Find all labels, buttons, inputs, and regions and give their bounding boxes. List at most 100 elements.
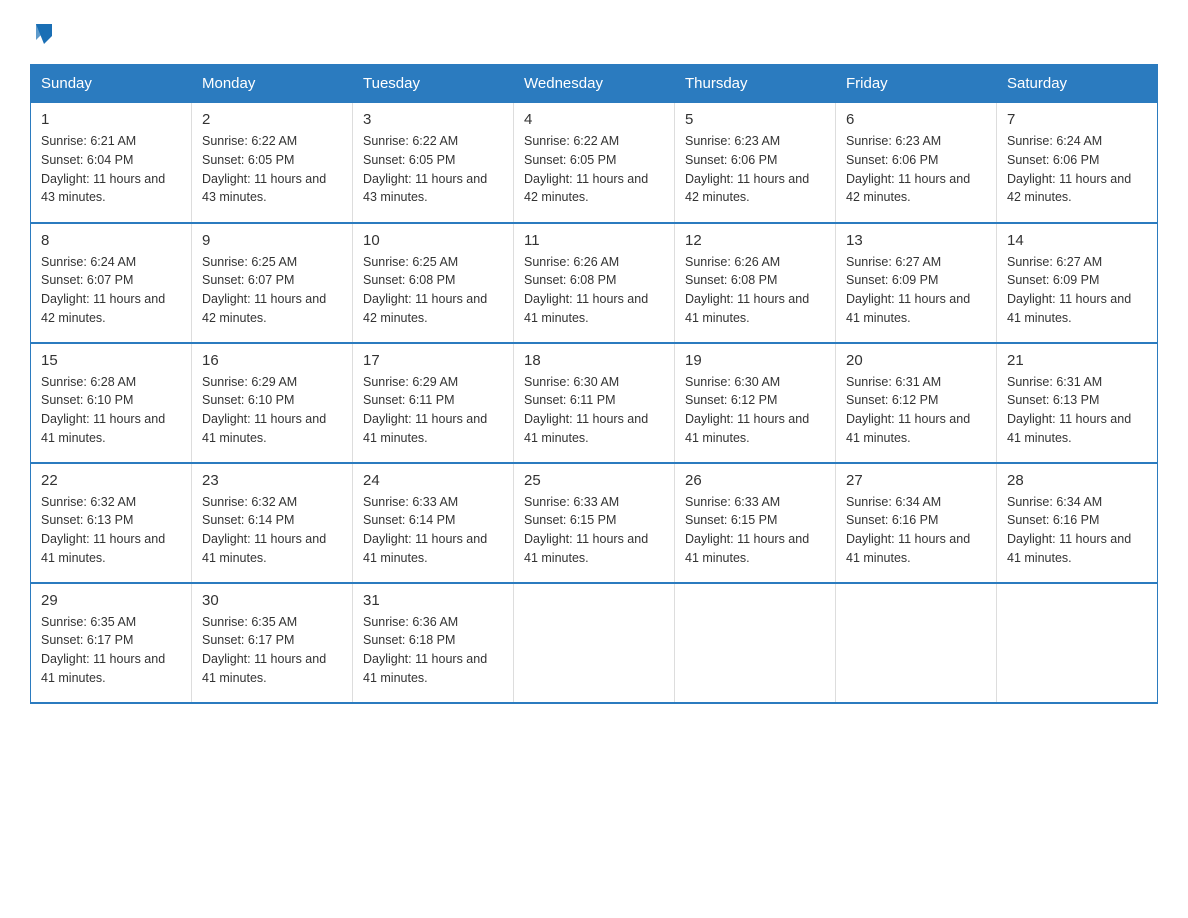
day-number: 14 [1007,232,1147,249]
calendar-cell: 8 Sunrise: 6:24 AM Sunset: 6:07 PM Dayli… [31,223,192,343]
day-info: Sunrise: 6:34 AM Sunset: 6:16 PM Dayligh… [1007,493,1147,568]
day-info: Sunrise: 6:32 AM Sunset: 6:14 PM Dayligh… [202,493,342,568]
day-number: 5 [685,111,825,128]
day-number: 27 [846,472,986,489]
day-info: Sunrise: 6:29 AM Sunset: 6:11 PM Dayligh… [363,373,503,448]
calendar-cell: 15 Sunrise: 6:28 AM Sunset: 6:10 PM Dayl… [31,343,192,463]
day-info: Sunrise: 6:30 AM Sunset: 6:12 PM Dayligh… [685,373,825,448]
day-info: Sunrise: 6:33 AM Sunset: 6:14 PM Dayligh… [363,493,503,568]
day-info: Sunrise: 6:33 AM Sunset: 6:15 PM Dayligh… [685,493,825,568]
logo-arrow-icon [32,20,56,44]
calendar-cell [675,583,836,703]
day-number: 3 [363,111,503,128]
calendar-week-row: 29 Sunrise: 6:35 AM Sunset: 6:17 PM Dayl… [31,583,1158,703]
calendar-cell: 19 Sunrise: 6:30 AM Sunset: 6:12 PM Dayl… [675,343,836,463]
calendar-cell: 24 Sunrise: 6:33 AM Sunset: 6:14 PM Dayl… [353,463,514,583]
page-header [30,20,1158,44]
calendar-cell: 12 Sunrise: 6:26 AM Sunset: 6:08 PM Dayl… [675,223,836,343]
calendar-cell: 3 Sunrise: 6:22 AM Sunset: 6:05 PM Dayli… [353,103,514,223]
day-info: Sunrise: 6:21 AM Sunset: 6:04 PM Dayligh… [41,132,181,207]
day-info: Sunrise: 6:28 AM Sunset: 6:10 PM Dayligh… [41,373,181,448]
day-number: 10 [363,232,503,249]
logo [30,20,56,44]
calendar-cell: 11 Sunrise: 6:26 AM Sunset: 6:08 PM Dayl… [514,223,675,343]
day-info: Sunrise: 6:36 AM Sunset: 6:18 PM Dayligh… [363,613,503,688]
header-monday: Monday [192,65,353,103]
calendar-cell: 17 Sunrise: 6:29 AM Sunset: 6:11 PM Dayl… [353,343,514,463]
calendar-header-row: SundayMondayTuesdayWednesdayThursdayFrid… [31,65,1158,103]
calendar-cell: 4 Sunrise: 6:22 AM Sunset: 6:05 PM Dayli… [514,103,675,223]
day-number: 4 [524,111,664,128]
day-number: 11 [524,232,664,249]
day-number: 28 [1007,472,1147,489]
calendar-cell: 1 Sunrise: 6:21 AM Sunset: 6:04 PM Dayli… [31,103,192,223]
calendar-cell [836,583,997,703]
header-sunday: Sunday [31,65,192,103]
day-number: 31 [363,592,503,609]
day-number: 8 [41,232,181,249]
day-number: 7 [1007,111,1147,128]
calendar-cell: 10 Sunrise: 6:25 AM Sunset: 6:08 PM Dayl… [353,223,514,343]
calendar-cell [514,583,675,703]
calendar-cell: 16 Sunrise: 6:29 AM Sunset: 6:10 PM Dayl… [192,343,353,463]
day-info: Sunrise: 6:31 AM Sunset: 6:13 PM Dayligh… [1007,373,1147,448]
calendar-week-row: 8 Sunrise: 6:24 AM Sunset: 6:07 PM Dayli… [31,223,1158,343]
day-info: Sunrise: 6:29 AM Sunset: 6:10 PM Dayligh… [202,373,342,448]
day-number: 13 [846,232,986,249]
day-info: Sunrise: 6:35 AM Sunset: 6:17 PM Dayligh… [202,613,342,688]
calendar-week-row: 1 Sunrise: 6:21 AM Sunset: 6:04 PM Dayli… [31,103,1158,223]
day-number: 9 [202,232,342,249]
day-info: Sunrise: 6:24 AM Sunset: 6:07 PM Dayligh… [41,253,181,328]
calendar-cell: 30 Sunrise: 6:35 AM Sunset: 6:17 PM Dayl… [192,583,353,703]
calendar-cell: 2 Sunrise: 6:22 AM Sunset: 6:05 PM Dayli… [192,103,353,223]
day-number: 6 [846,111,986,128]
calendar-cell: 20 Sunrise: 6:31 AM Sunset: 6:12 PM Dayl… [836,343,997,463]
header-tuesday: Tuesday [353,65,514,103]
calendar-cell: 28 Sunrise: 6:34 AM Sunset: 6:16 PM Dayl… [997,463,1158,583]
day-info: Sunrise: 6:30 AM Sunset: 6:11 PM Dayligh… [524,373,664,448]
day-info: Sunrise: 6:22 AM Sunset: 6:05 PM Dayligh… [363,132,503,207]
calendar-table: SundayMondayTuesdayWednesdayThursdayFrid… [30,64,1158,704]
calendar-cell: 14 Sunrise: 6:27 AM Sunset: 6:09 PM Dayl… [997,223,1158,343]
day-number: 16 [202,352,342,369]
day-number: 12 [685,232,825,249]
calendar-cell: 25 Sunrise: 6:33 AM Sunset: 6:15 PM Dayl… [514,463,675,583]
day-number: 20 [846,352,986,369]
day-info: Sunrise: 6:23 AM Sunset: 6:06 PM Dayligh… [846,132,986,207]
day-info: Sunrise: 6:22 AM Sunset: 6:05 PM Dayligh… [524,132,664,207]
day-number: 17 [363,352,503,369]
day-number: 29 [41,592,181,609]
day-info: Sunrise: 6:27 AM Sunset: 6:09 PM Dayligh… [1007,253,1147,328]
calendar-cell: 29 Sunrise: 6:35 AM Sunset: 6:17 PM Dayl… [31,583,192,703]
day-info: Sunrise: 6:34 AM Sunset: 6:16 PM Dayligh… [846,493,986,568]
calendar-cell: 13 Sunrise: 6:27 AM Sunset: 6:09 PM Dayl… [836,223,997,343]
calendar-cell: 9 Sunrise: 6:25 AM Sunset: 6:07 PM Dayli… [192,223,353,343]
day-number: 18 [524,352,664,369]
day-number: 23 [202,472,342,489]
day-number: 25 [524,472,664,489]
day-info: Sunrise: 6:31 AM Sunset: 6:12 PM Dayligh… [846,373,986,448]
calendar-cell: 7 Sunrise: 6:24 AM Sunset: 6:06 PM Dayli… [997,103,1158,223]
calendar-cell: 21 Sunrise: 6:31 AM Sunset: 6:13 PM Dayl… [997,343,1158,463]
day-info: Sunrise: 6:35 AM Sunset: 6:17 PM Dayligh… [41,613,181,688]
day-info: Sunrise: 6:32 AM Sunset: 6:13 PM Dayligh… [41,493,181,568]
day-info: Sunrise: 6:26 AM Sunset: 6:08 PM Dayligh… [524,253,664,328]
calendar-week-row: 22 Sunrise: 6:32 AM Sunset: 6:13 PM Dayl… [31,463,1158,583]
day-number: 26 [685,472,825,489]
day-number: 30 [202,592,342,609]
calendar-cell [997,583,1158,703]
day-info: Sunrise: 6:24 AM Sunset: 6:06 PM Dayligh… [1007,132,1147,207]
calendar-cell: 26 Sunrise: 6:33 AM Sunset: 6:15 PM Dayl… [675,463,836,583]
day-info: Sunrise: 6:23 AM Sunset: 6:06 PM Dayligh… [685,132,825,207]
calendar-cell: 23 Sunrise: 6:32 AM Sunset: 6:14 PM Dayl… [192,463,353,583]
day-number: 21 [1007,352,1147,369]
day-info: Sunrise: 6:22 AM Sunset: 6:05 PM Dayligh… [202,132,342,207]
calendar-cell: 31 Sunrise: 6:36 AM Sunset: 6:18 PM Dayl… [353,583,514,703]
day-info: Sunrise: 6:26 AM Sunset: 6:08 PM Dayligh… [685,253,825,328]
day-number: 24 [363,472,503,489]
day-number: 15 [41,352,181,369]
day-info: Sunrise: 6:33 AM Sunset: 6:15 PM Dayligh… [524,493,664,568]
day-info: Sunrise: 6:27 AM Sunset: 6:09 PM Dayligh… [846,253,986,328]
day-number: 2 [202,111,342,128]
calendar-week-row: 15 Sunrise: 6:28 AM Sunset: 6:10 PM Dayl… [31,343,1158,463]
